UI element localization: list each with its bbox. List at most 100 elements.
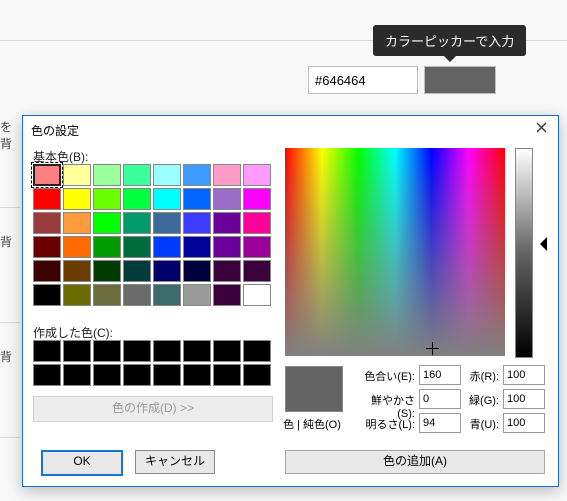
basic-colors-grid [33, 164, 271, 306]
basic-color-swatch[interactable] [123, 284, 151, 306]
bg-text-frag-3: 背 [0, 348, 18, 365]
custom-color-swatch[interactable] [243, 340, 271, 362]
custom-color-swatch[interactable] [93, 340, 121, 362]
cancel-button[interactable]: キャンセル [135, 450, 215, 474]
hex-input-row [308, 66, 496, 94]
basic-color-swatch[interactable] [123, 236, 151, 258]
basic-color-swatch[interactable] [123, 260, 151, 282]
custom-color-swatch[interactable] [153, 364, 181, 386]
basic-color-swatch[interactable] [93, 260, 121, 282]
basic-color-swatch[interactable] [63, 188, 91, 210]
basic-color-swatch[interactable] [213, 188, 241, 210]
lum-field[interactable] [419, 413, 461, 433]
hex-color-input[interactable] [308, 66, 418, 94]
basic-color-swatch[interactable] [243, 212, 271, 234]
basic-color-swatch[interactable] [243, 260, 271, 282]
custom-color-swatch[interactable] [63, 340, 91, 362]
hue-label: 色合い(E): [361, 368, 415, 384]
basic-color-swatch[interactable] [153, 164, 181, 186]
color-spectrum[interactable] [285, 148, 505, 356]
basic-color-swatch[interactable] [33, 260, 61, 282]
basic-color-swatch[interactable] [63, 212, 91, 234]
basic-color-swatch[interactable] [93, 284, 121, 306]
basic-color-swatch[interactable] [183, 260, 211, 282]
custom-color-swatch[interactable] [183, 364, 211, 386]
basic-color-swatch[interactable] [33, 164, 61, 186]
basic-color-swatch[interactable] [213, 260, 241, 282]
custom-color-swatch[interactable] [153, 340, 181, 362]
custom-color-swatch[interactable] [123, 340, 151, 362]
basic-color-swatch[interactable] [243, 188, 271, 210]
custom-color-swatch[interactable] [123, 364, 151, 386]
define-custom-button: 色の作成(D) >> [33, 396, 273, 422]
custom-color-swatch[interactable] [63, 364, 91, 386]
custom-color-swatch[interactable] [93, 364, 121, 386]
bg-text-frag-2: 背 [0, 233, 18, 250]
basic-color-swatch[interactable] [213, 284, 241, 306]
luminance-slider[interactable] [515, 148, 533, 358]
custom-color-swatch[interactable] [33, 364, 61, 386]
solid-color-label: 色 | 純色(O) [283, 416, 341, 432]
color-preview [285, 366, 343, 412]
basic-color-swatch[interactable] [183, 236, 211, 258]
custom-color-swatch[interactable] [213, 364, 241, 386]
custom-color-swatch[interactable] [243, 364, 271, 386]
green-label: 緑(G): [459, 392, 499, 408]
red-label: 赤(R): [459, 368, 499, 384]
basic-color-swatch[interactable] [153, 284, 181, 306]
basic-color-swatch[interactable] [33, 236, 61, 258]
ok-button[interactable]: OK [41, 450, 123, 476]
basic-color-swatch[interactable] [213, 164, 241, 186]
basic-color-swatch[interactable] [33, 188, 61, 210]
basic-color-swatch[interactable] [153, 260, 181, 282]
basic-color-swatch[interactable] [183, 284, 211, 306]
red-field[interactable] [503, 365, 545, 385]
basic-color-swatch[interactable] [183, 164, 211, 186]
basic-color-swatch[interactable] [183, 188, 211, 210]
custom-colors-label: 作成した色(C): [33, 324, 113, 341]
basic-color-swatch[interactable] [243, 164, 271, 186]
basic-color-swatch[interactable] [63, 236, 91, 258]
basic-color-swatch[interactable] [93, 164, 121, 186]
basic-color-swatch[interactable] [243, 284, 271, 306]
bg-text-frag-1: を 背 [0, 118, 18, 152]
basic-color-swatch[interactable] [213, 236, 241, 258]
custom-colors-grid [33, 340, 271, 386]
color-dialog: 色の設定 基本色(B): 作成した色(C): 色の作成(D) >> OK キャン… [22, 115, 559, 487]
blue-field[interactable] [503, 413, 545, 433]
basic-color-swatch[interactable] [63, 164, 91, 186]
basic-color-swatch[interactable] [123, 164, 151, 186]
basic-color-swatch[interactable] [33, 212, 61, 234]
custom-color-swatch[interactable] [33, 340, 61, 362]
dialog-title: 色の設定 [31, 122, 79, 139]
divider [0, 207, 20, 208]
basic-color-swatch[interactable] [63, 260, 91, 282]
divider [0, 437, 20, 438]
green-field[interactable] [503, 389, 545, 409]
triangle-left-icon[interactable] [533, 237, 547, 251]
basic-color-swatch[interactable] [153, 188, 181, 210]
saturation-gradient [285, 148, 505, 356]
basic-color-swatch[interactable] [123, 212, 151, 234]
hue-field[interactable] [419, 365, 461, 385]
basic-color-swatch[interactable] [63, 284, 91, 306]
basic-color-swatch[interactable] [123, 188, 151, 210]
basic-color-swatch[interactable] [93, 236, 121, 258]
basic-color-swatch[interactable] [213, 212, 241, 234]
sat-field[interactable] [419, 389, 461, 409]
basic-color-swatch[interactable] [153, 236, 181, 258]
basic-color-swatch[interactable] [33, 284, 61, 306]
color-swatch-button[interactable] [424, 66, 496, 94]
divider [0, 322, 20, 323]
tooltip-color-picker: カラーピッカーで入力 [373, 25, 526, 56]
basic-color-swatch[interactable] [93, 188, 121, 210]
close-icon[interactable] [530, 120, 552, 138]
basic-color-swatch[interactable] [243, 236, 271, 258]
custom-color-swatch[interactable] [213, 340, 241, 362]
basic-color-swatch[interactable] [183, 212, 211, 234]
basic-color-swatch[interactable] [153, 212, 181, 234]
basic-color-swatch[interactable] [93, 212, 121, 234]
lum-label: 明るさ(L): [361, 416, 415, 432]
custom-color-swatch[interactable] [183, 340, 211, 362]
add-color-button[interactable]: 色の追加(A) [285, 450, 545, 474]
